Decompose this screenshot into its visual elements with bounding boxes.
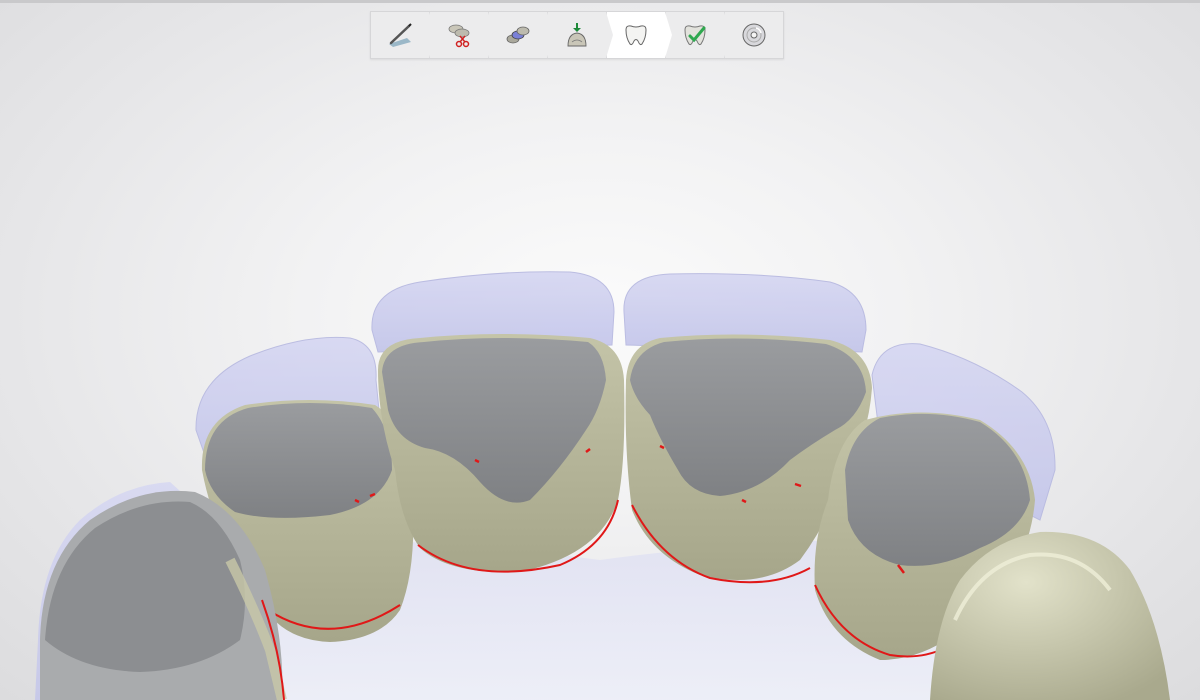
dental-3d-viewport[interactable] bbox=[0, 0, 1200, 700]
preparation-central-left bbox=[378, 334, 625, 573]
